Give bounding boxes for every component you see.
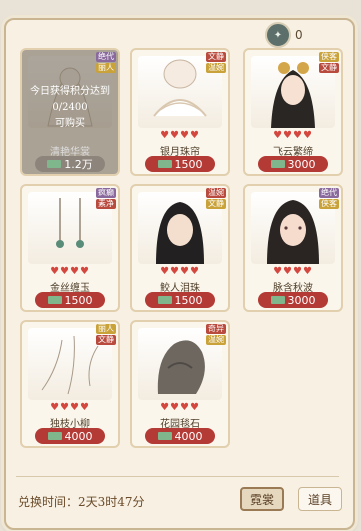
tag: 文静 <box>319 63 339 73</box>
ticket-icon <box>270 160 285 168</box>
price-value: 1500 <box>174 157 203 171</box>
footer: 兑换时间：2天3时47分 霓裳 道具 <box>4 476 351 522</box>
price-button[interactable]: 1.2万 <box>35 156 105 172</box>
ticket-icon <box>47 160 62 168</box>
tag: 文静 <box>96 335 116 345</box>
item-tags: 温婉 文静 <box>206 188 226 209</box>
price-value: 4000 <box>64 429 93 443</box>
price-value: 1500 <box>64 293 93 307</box>
heart-rating: ♥♥♥♥ <box>160 130 200 141</box>
heart-rating: ♥♥♥♥ <box>50 402 90 413</box>
exchange-time: 兑换时间：2天3时47分 <box>18 495 145 509</box>
divider <box>16 476 339 477</box>
tag: 文静 <box>206 52 226 62</box>
ticket-icon <box>47 432 62 440</box>
shop-item-card[interactable]: 绝代 丽人 今日获得积分达到 0/2400 可购买 清艳华裳 1.2万 <box>20 48 120 176</box>
unlock-requirement: 今日获得积分达到 0/2400 可购买 <box>30 86 110 129</box>
ticket-icon <box>47 296 62 304</box>
shop-item-card[interactable]: 疯癫 素净 ♥♥♥♥ 金丝缠玉 1500 <box>20 184 120 312</box>
tag: 奇异 <box>206 324 226 334</box>
tag: 文静 <box>206 199 226 209</box>
price-button[interactable]: 1500 <box>145 156 215 172</box>
heart-rating: ♥♥♥♥ <box>50 266 90 277</box>
tab-items[interactable]: 道具 <box>298 487 342 511</box>
price-button[interactable]: 1500 <box>35 292 105 308</box>
currency-value: 0 <box>295 28 303 42</box>
shop-item-card[interactable]: 绝代 侠客 ♥♥♥♥ 脉含秋波 3000 <box>243 184 343 312</box>
tag: 温婉 <box>206 188 226 198</box>
heart-rating: ♥♥♥♥ <box>160 266 200 277</box>
ticket-coin-icon: ✦ <box>265 22 291 48</box>
shop-item-card[interactable]: 侠客 文静 ♥♥♥♥ 飞云繁缔 3000 <box>243 48 343 176</box>
tag: 侠客 <box>319 52 339 62</box>
price-button[interactable]: 4000 <box>35 428 105 444</box>
item-tags: 绝代 侠客 <box>319 188 339 209</box>
ticket-icon <box>157 160 172 168</box>
shop-item-card[interactable]: 奇异 温婉 ♥♥♥♥ 花园毯石 4000 <box>130 320 230 448</box>
price-button[interactable]: 1500 <box>145 292 215 308</box>
price-value: 3000 <box>287 293 316 307</box>
tag: 疯癫 <box>96 188 116 198</box>
item-tags: 丽人 文静 <box>96 324 116 345</box>
price-value: 3000 <box>287 157 316 171</box>
tag: 温婉 <box>206 63 226 73</box>
ticket-icon <box>270 296 285 304</box>
tag: 素净 <box>96 199 116 209</box>
price-button[interactable]: 4000 <box>145 428 215 444</box>
heart-rating: ♥♥♥♥ <box>160 402 200 413</box>
currency-display: ✦ 0 <box>265 22 303 48</box>
item-tags: 绝代 丽人 <box>96 52 116 73</box>
tag: 丽人 <box>96 324 116 334</box>
item-tags: 奇异 温婉 <box>206 324 226 345</box>
price-value: 1500 <box>174 293 203 307</box>
price-button[interactable]: 3000 <box>258 156 328 172</box>
shop-item-card[interactable]: 文静 温婉 ♥♥♥♥ 银月珠帘 1500 <box>130 48 230 176</box>
tag: 绝代 <box>319 188 339 198</box>
item-tags: 文静 温婉 <box>206 52 226 73</box>
shop-item-card[interactable]: 丽人 文静 ♥♥♥♥ 独枝小柳 4000 <box>20 320 120 448</box>
tab-nishang[interactable]: 霓裳 <box>240 487 284 511</box>
ticket-icon <box>157 432 172 440</box>
tag: 丽人 <box>96 63 116 73</box>
price-button[interactable]: 3000 <box>258 292 328 308</box>
tag: 温婉 <box>206 335 226 345</box>
heart-rating: ♥♥♥♥ <box>273 130 313 141</box>
shop-item-card[interactable]: 温婉 文静 ♥♥♥♥ 鲛人泪珠 1500 <box>130 184 230 312</box>
price-value: 1.2万 <box>64 158 93 171</box>
ticket-icon <box>157 296 172 304</box>
item-tags: 疯癫 素净 <box>96 188 116 209</box>
heart-rating: ♥♥♥♥ <box>273 266 313 277</box>
price-value: 4000 <box>174 429 203 443</box>
tag: 绝代 <box>96 52 116 62</box>
item-tags: 侠客 文静 <box>319 52 339 73</box>
tag: 侠客 <box>319 199 339 209</box>
